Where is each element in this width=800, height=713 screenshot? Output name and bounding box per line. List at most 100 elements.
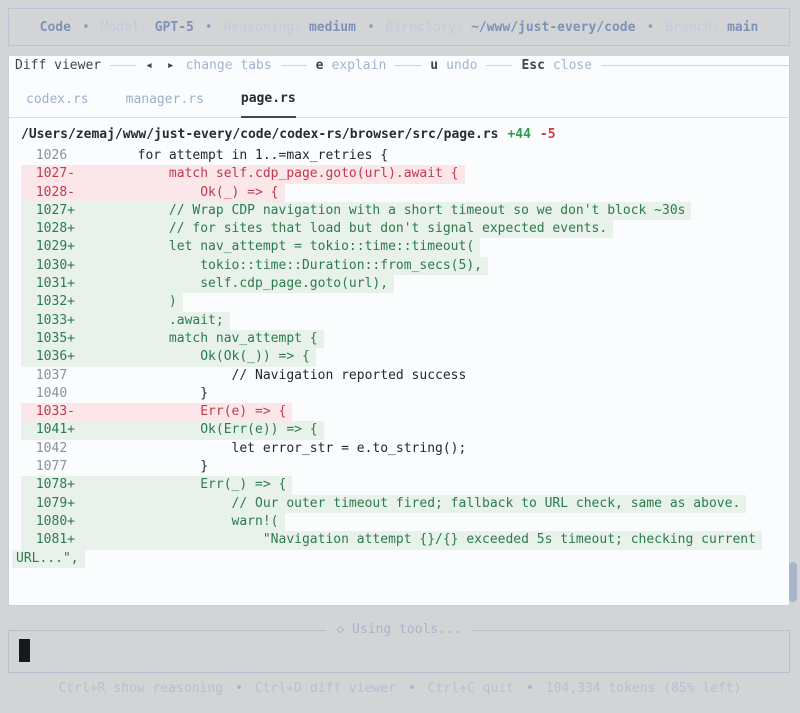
- diff-line: URL...",: [9, 549, 789, 568]
- dash-separator: [395, 65, 422, 66]
- branch-indicator: Branch: main: [665, 20, 758, 35]
- bottom-status-bar: Ctrl+R show reasoning • Ctrl+D diff view…: [0, 678, 800, 698]
- line-code: Err(_) => {: [75, 477, 287, 493]
- diff-line: 1033+ .await;: [9, 311, 789, 330]
- diff-line: 1030+ tokio::time::Duration::from_secs(5…: [9, 256, 789, 276]
- separator-dot: •: [526, 680, 534, 696]
- line-code: Ok(_) => {: [75, 184, 279, 200]
- diff-line: 1033- Err(e) => {: [9, 403, 789, 422]
- tab-manager-rs[interactable]: manager.rs: [126, 92, 204, 117]
- directory-indicator: Directory: ~/www/just-every/code: [386, 20, 636, 35]
- separator-dot: •: [204, 19, 213, 35]
- shortcut-diff-viewer: Ctrl+D diff viewer: [255, 681, 396, 696]
- line-code: // Wrap CDP navigation with a short time…: [75, 202, 686, 218]
- shortcut-label: diff viewer: [309, 680, 396, 696]
- close-hint: close: [552, 58, 593, 73]
- separator-dot: •: [407, 680, 416, 696]
- line-number: 1036+: [35, 349, 75, 365]
- line-number: 1042: [35, 440, 75, 456]
- model-indicator: Model: GPT-5: [101, 20, 194, 35]
- line-code: Err(e) => {: [75, 404, 287, 420]
- branch-label: Branch:: [665, 19, 721, 35]
- diff-line: 1040 }: [9, 385, 789, 403]
- line-code: Ok(Err(e)) => {: [75, 422, 318, 438]
- line-code: for attempt in 1..=max_retries {: [75, 148, 389, 163]
- separator-dot: •: [366, 19, 375, 35]
- change-tabs-hint: change tabs: [185, 58, 272, 73]
- diff-viewer-header: Diff viewer ◂ ▸ change tabs e explain u …: [9, 56, 789, 75]
- shortcut-show-reasoning: Ctrl+R show reasoning: [58, 681, 223, 696]
- diff-line: 1041+ Ok(Err(e)) => {: [9, 421, 789, 440]
- line-code: URL...",: [16, 550, 79, 566]
- composer-input[interactable]: ◇ Using tools...: [8, 622, 790, 673]
- line-code: }: [75, 459, 209, 475]
- scrollbar-thumb[interactable]: [789, 562, 797, 602]
- line-number: 1031+: [35, 276, 75, 292]
- shortcut-key: Ctrl+D: [254, 680, 302, 696]
- diff-line: 1029+ let nav_attempt = tokio::time::tim…: [9, 238, 789, 257]
- line-code: // Our outer timeout fired; fallback to …: [75, 495, 741, 511]
- token-usage: 104,334 tokens (85% left): [545, 680, 742, 696]
- line-code: match self.cdp_page.goto(url).await {: [75, 166, 459, 182]
- line-number: 1033+: [35, 312, 75, 328]
- separator-dot: •: [646, 19, 655, 35]
- tab-codex-rs[interactable]: codex.rs: [26, 92, 89, 117]
- undo-hint: undo: [446, 58, 478, 73]
- file-path-row: /Users/zemaj/www/just-every/code/codex-r…: [21, 127, 789, 145]
- top-status-bar: Code • Model: GPT-5 • Reasoning: medium …: [8, 8, 790, 46]
- shortcut-key: Ctrl+R: [58, 680, 106, 696]
- diff-line: 1081+ "Navigation attempt {}/{} exceeded…: [9, 531, 789, 550]
- line-number: 1081+: [35, 532, 75, 548]
- model-value: GPT-5: [154, 19, 194, 35]
- diff-line: 1027+ // Wrap CDP navigation with a shor…: [9, 201, 789, 221]
- dash-separator: [110, 65, 137, 66]
- line-code: // for sites that load but don't signal …: [75, 221, 608, 237]
- line-code: warn!(: [75, 513, 279, 529]
- dash-separator: [280, 65, 307, 66]
- composer-status-text: Using tools...: [352, 622, 462, 637]
- directory-value: ~/www/just-every/code: [471, 19, 636, 35]
- diff-line: 1032+ ): [9, 293, 789, 312]
- line-number: 1029+: [35, 239, 75, 255]
- shortcut-label: show reasoning: [113, 680, 224, 696]
- line-number: 1027+: [35, 202, 75, 218]
- shortcut-quit: Ctrl+C quit: [428, 681, 514, 696]
- change-tabs-arrows-icon: ◂ ▸: [145, 58, 178, 73]
- line-number: 1078+: [35, 477, 75, 493]
- line-code: "Navigation attempt {}/{} exceeded 5s ti…: [75, 532, 756, 548]
- reasoning-indicator: Reasoning: medium: [224, 20, 356, 35]
- explain-hint: explain: [331, 58, 387, 73]
- line-number: 1027-: [35, 166, 75, 182]
- file-tabs: codex.rs manager.rs page.rs: [9, 75, 789, 118]
- shortcut-key: Ctrl+C: [427, 680, 475, 696]
- composer-status: ◇ Using tools...: [326, 622, 472, 637]
- line-code: }: [75, 385, 209, 401]
- diff-line: 1077 }: [9, 458, 789, 476]
- line-code: match nav_attempt {: [75, 330, 318, 346]
- explain-key: e: [315, 58, 324, 73]
- diff-line: 1027- match self.cdp_page.goto(url).awai…: [9, 165, 789, 184]
- diff-viewer-title: Diff viewer: [15, 58, 102, 73]
- diff-line: 1037 // Navigation reported success: [9, 367, 789, 385]
- line-number: 1077: [35, 459, 75, 475]
- branch-value: main: [727, 19, 759, 35]
- diff-viewer-panel: Diff viewer ◂ ▸ change tabs e explain u …: [8, 56, 790, 606]
- diff-line: 1079+ // Our outer timeout fired; fallba…: [9, 494, 789, 513]
- reasoning-label: Reasoning:: [223, 19, 302, 35]
- line-code: .await;: [75, 312, 224, 328]
- line-number: 1037: [35, 367, 75, 383]
- line-code: // Navigation reported success: [75, 367, 467, 383]
- diff-line: 1036+ Ok(Ok(_)) => {: [9, 348, 789, 367]
- diff-line: 1078+ Err(_) => {: [9, 476, 789, 495]
- directory-label: Directory:: [385, 19, 465, 35]
- diff-lines: 1026 for attempt in 1..=max_retries {102…: [9, 147, 789, 568]
- line-number: 1030+: [35, 257, 75, 273]
- undo-key: u: [430, 58, 439, 73]
- line-number: 1041+: [35, 422, 75, 438]
- tab-page-rs[interactable]: page.rs: [240, 91, 296, 118]
- line-number: 1028-: [35, 184, 75, 200]
- separator-dot: •: [81, 19, 90, 35]
- line-number: 1033-: [35, 404, 75, 420]
- line-number: 1040: [35, 385, 75, 401]
- model-label: Model:: [100, 19, 148, 35]
